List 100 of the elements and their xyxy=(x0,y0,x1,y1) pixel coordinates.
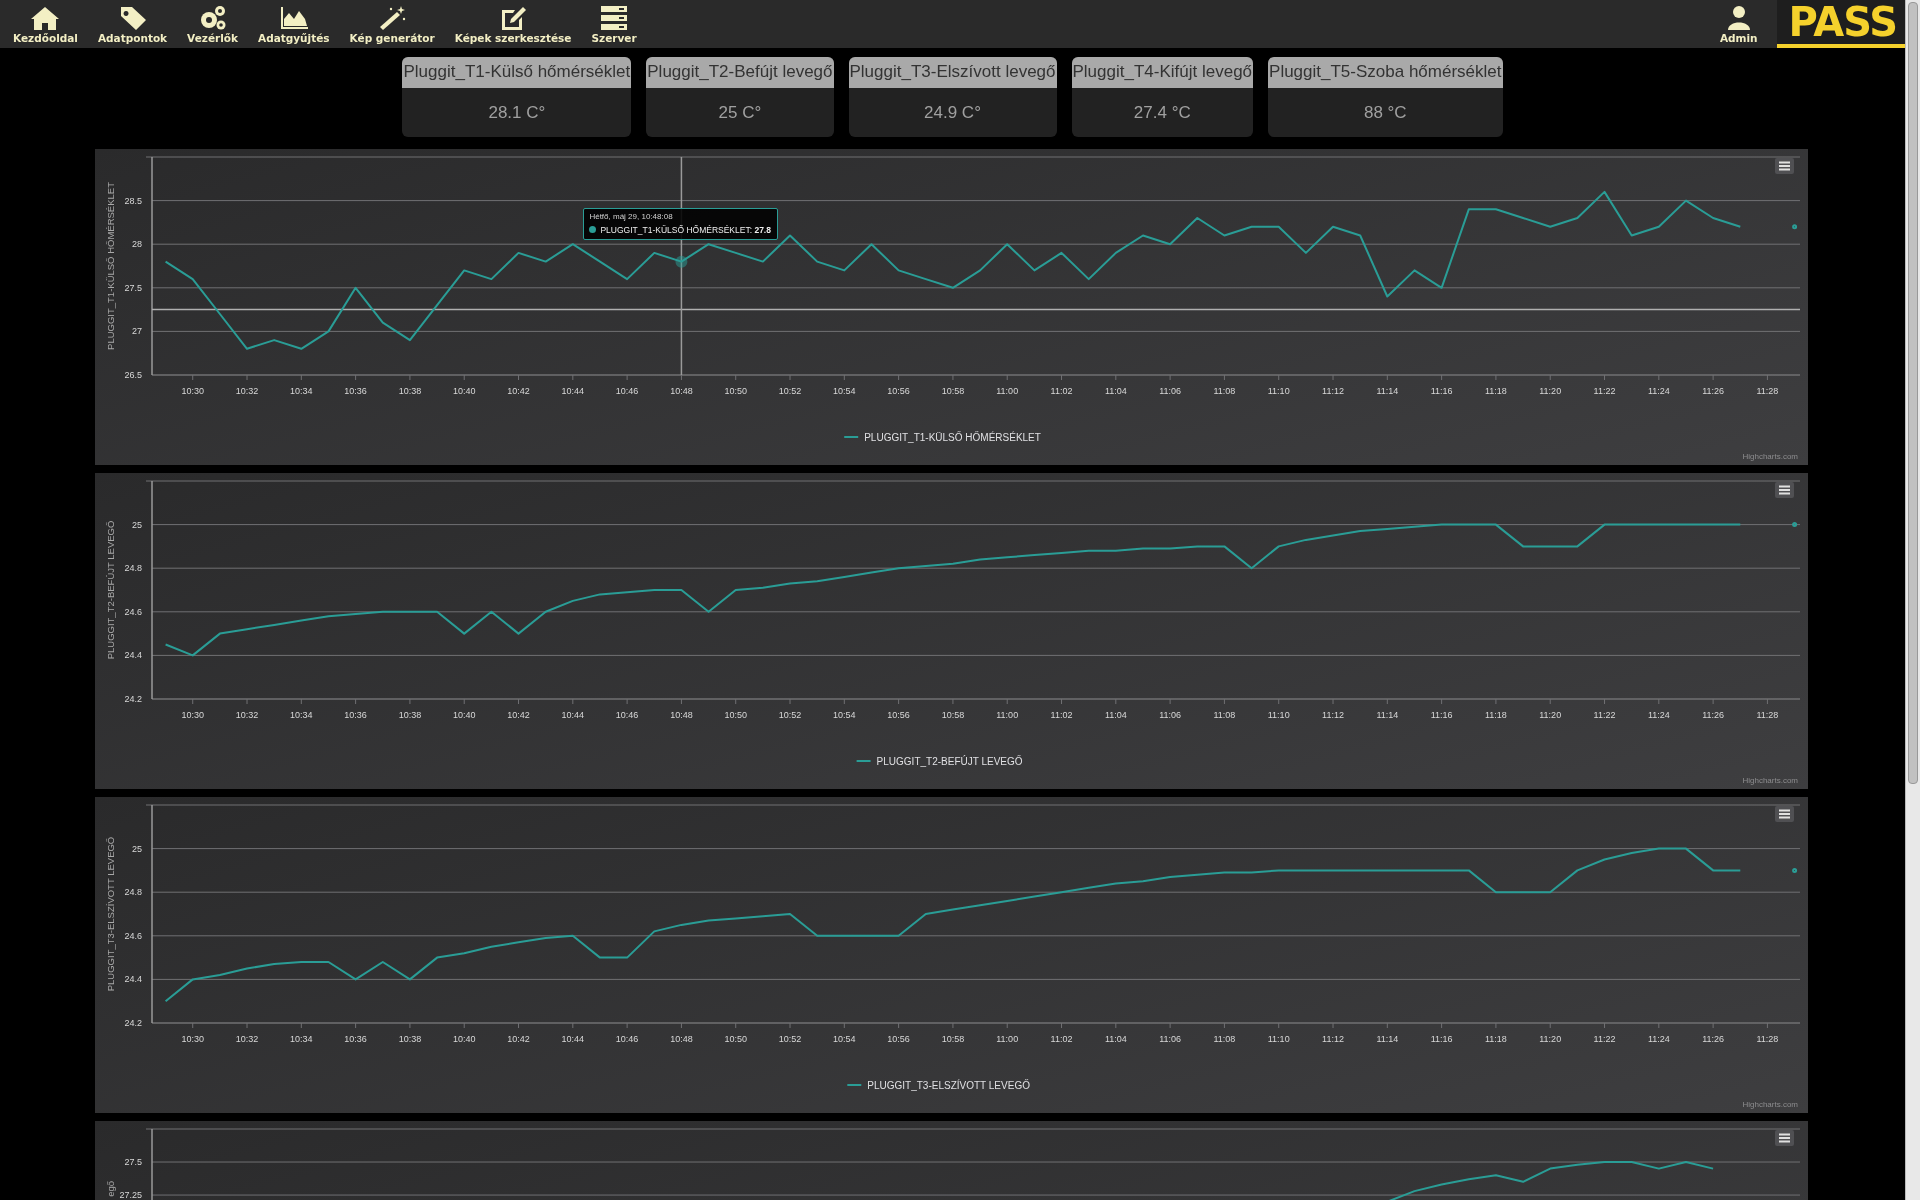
axis-label: 10:34 xyxy=(290,710,313,720)
nav-item[interactable]: Képek szerkesztése xyxy=(445,0,581,48)
axis-label: 10:48 xyxy=(670,386,693,396)
axis-label: 11:26 xyxy=(1702,386,1725,396)
axis-label: 11:26 xyxy=(1702,1034,1725,1044)
axis-label: 28.5 xyxy=(124,195,142,206)
logo[interactable]: PASS xyxy=(1776,0,1905,48)
axis-label: 11:14 xyxy=(1376,386,1399,396)
axis-label: 11:08 xyxy=(1213,1034,1236,1044)
axis-label: 10:46 xyxy=(615,710,639,720)
card-title: Pluggit_T5-Szoba hőmérséklet xyxy=(1268,57,1503,88)
axis-title: PLUGGIT_T3-ELSZÍVOTT LEVEGŐ xyxy=(105,836,116,992)
axis-label: 11:08 xyxy=(1213,386,1236,396)
axis-label: 10:40 xyxy=(452,386,476,396)
axis-label: 10:34 xyxy=(290,386,313,396)
axis-label: 10:38 xyxy=(398,386,422,396)
axis-label: 11:10 xyxy=(1267,1034,1290,1044)
tooltip-date: Hétfő, máj 29, 10:48:08 xyxy=(589,210,674,222)
axis-label: 25 xyxy=(132,519,142,530)
scrollbar-thumb[interactable] xyxy=(1908,2,1918,784)
axis-label: 10:54 xyxy=(833,710,856,720)
axis-label: 11:22 xyxy=(1593,710,1616,720)
axis-label: 10:46 xyxy=(615,1034,639,1044)
card-value: 24.9 C° xyxy=(924,101,981,124)
axis-label: 27.5 xyxy=(124,282,142,293)
legend-label[interactable]: PLUGGIT_T2-BEFÚJT LEVEGŐ xyxy=(876,756,1023,767)
nav-item[interactable]: Kép generátor xyxy=(340,0,444,48)
axis-label: 24.2 xyxy=(124,694,142,704)
axis-label: 10:36 xyxy=(344,1034,367,1044)
scrollbar[interactable] xyxy=(1905,0,1920,1200)
axis-label: 11:02 xyxy=(1050,1034,1073,1044)
nav-item[interactable]: Adatgyűjtés xyxy=(249,0,339,48)
axis-label: 11:12 xyxy=(1322,710,1344,720)
user-menu[interactable]: Admin xyxy=(1710,0,1767,48)
menu-icon[interactable] xyxy=(1775,1130,1794,1146)
axis-label: 10:30 xyxy=(181,386,204,396)
axis-label: 11:18 xyxy=(1485,386,1507,396)
card-value: 28.1 C° xyxy=(488,101,546,124)
axis-label: 10:52 xyxy=(778,710,802,720)
axis-label: 10:56 xyxy=(887,710,910,720)
axis-label: 10:56 xyxy=(887,386,910,396)
card-value: 88 °C xyxy=(1363,101,1407,124)
axis-label: 10:44 xyxy=(561,386,585,396)
axis-label: 10:36 xyxy=(344,386,367,396)
legend-line-icon[interactable] xyxy=(846,1084,863,1086)
menu-icon[interactable] xyxy=(1775,482,1794,498)
axis-label: 11:28 xyxy=(1756,386,1779,396)
tooltip-value: PLUGGIT_T1-KÜLSŐ HŐMÉRSÉKLET: 27.8 xyxy=(600,223,771,236)
nav-item[interactable]: Szerver xyxy=(582,0,646,48)
axis-title: PLUGGIT_T2-BEFÚJT LEVEGŐ xyxy=(105,520,116,660)
legend-label[interactable]: PLUGGIT_T3-ELSZÍVOTT LEVEGŐ xyxy=(867,1080,1030,1091)
axis-label: 11:08 xyxy=(1213,710,1236,720)
axis-label: 11:14 xyxy=(1376,1034,1399,1044)
axis-label: 24.4 xyxy=(124,974,142,985)
menu-icon[interactable] xyxy=(1775,806,1794,822)
axis-label: 11:18 xyxy=(1485,1034,1507,1044)
series-dot-icon xyxy=(589,226,597,234)
axis-label: 10:52 xyxy=(778,386,802,396)
axis-label: 11:06 xyxy=(1159,710,1182,720)
axis-label: 10:56 xyxy=(887,1034,910,1044)
axis-label: 24.2 xyxy=(124,1018,142,1028)
legend-line-icon[interactable] xyxy=(855,760,872,762)
axis-label: 10:48 xyxy=(670,710,693,720)
card-title: Pluggit_T3-Elszívott levegő xyxy=(848,57,1057,88)
axis-label: 11:16 xyxy=(1430,1034,1453,1044)
axis-label: 10:58 xyxy=(941,1034,965,1044)
axis-label: 11:00 xyxy=(996,710,1019,720)
axis-label: 24.8 xyxy=(124,563,142,574)
axis-label: 11:12 xyxy=(1322,386,1344,396)
axis-label: 10:36 xyxy=(344,710,367,720)
axis-label: 11:10 xyxy=(1267,386,1290,396)
legend-label[interactable]: PLUGGIT_T1-KÜLSŐ HŐMÉRSÉKLET xyxy=(864,432,1041,443)
axis-label: 24.6 xyxy=(124,930,142,941)
legend-line-icon[interactable] xyxy=(843,436,860,438)
axis-label: 11:22 xyxy=(1593,1034,1616,1044)
axis-label: 24.8 xyxy=(124,887,142,898)
axis-label: 27.25 xyxy=(119,1190,142,1200)
axis-label: 10:30 xyxy=(181,710,204,720)
axis-label: 11:02 xyxy=(1050,710,1073,720)
nav-item[interactable]: Kezdőoldal xyxy=(4,0,87,48)
axis-label: 10:54 xyxy=(833,386,856,396)
axis-label: 10:42 xyxy=(507,710,530,720)
axis-label: 10:38 xyxy=(398,710,422,720)
menu-icon[interactable] xyxy=(1775,158,1794,174)
axis-label: 11:04 xyxy=(1104,1034,1127,1044)
axis-label: 11:16 xyxy=(1430,710,1453,720)
nav-item[interactable]: Adatpontok xyxy=(88,0,177,48)
axis-label: 10:44 xyxy=(561,1034,585,1044)
axis-label: 11:26 xyxy=(1702,710,1725,720)
axis-label: 11:24 xyxy=(1647,1034,1670,1044)
axis-label: 11:14 xyxy=(1376,710,1399,720)
nav-item[interactable]: Vezérlők xyxy=(178,0,247,48)
axis-label: 11:00 xyxy=(996,386,1019,396)
axis-label: 11:10 xyxy=(1267,710,1290,720)
axis-label: 10:42 xyxy=(507,1034,530,1044)
axis-label: 24.6 xyxy=(124,606,142,617)
card-title: Pluggit_T1-Külső hőmérséklet xyxy=(402,57,632,88)
axis-title: PLUGGIT_T1-KÜLSŐ HŐMÉRSÉKLET xyxy=(105,182,116,350)
axis-label: 11:04 xyxy=(1104,386,1127,396)
axis-label: 11:18 xyxy=(1485,710,1507,720)
